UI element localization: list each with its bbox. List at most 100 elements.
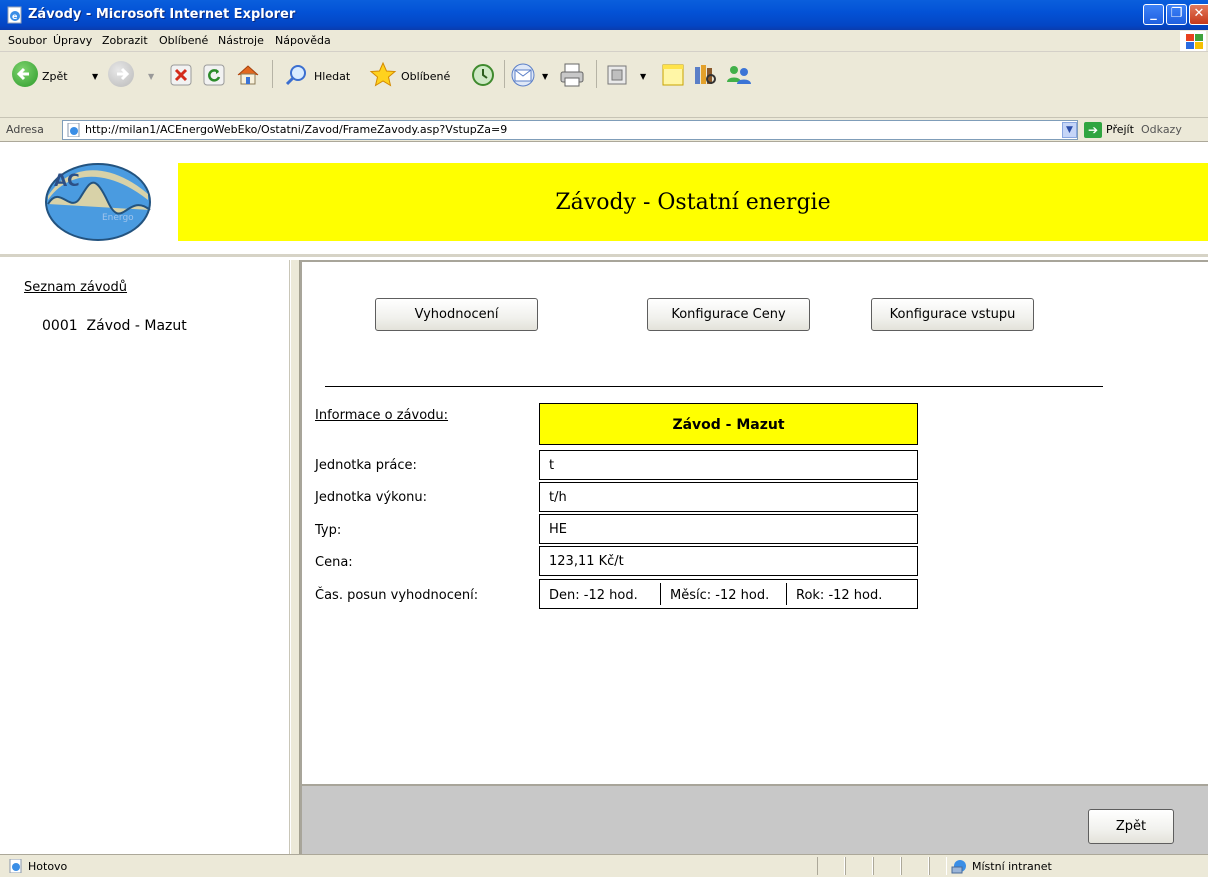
- ac-energo-logo: AC Energo: [45, 163, 151, 241]
- search-button[interactable]: Hledat: [280, 56, 358, 92]
- chevron-down-icon[interactable]: ▼: [148, 72, 154, 81]
- shift-month: Měsíc: -12 hod.: [660, 583, 786, 605]
- discuss-button[interactable]: [660, 56, 688, 92]
- back-button[interactable]: Zpět ▼: [8, 56, 98, 92]
- back-page-button[interactable]: Zpět: [1088, 809, 1174, 844]
- svg-text:e: e: [12, 12, 18, 21]
- konfigurace-ceny-button[interactable]: Konfigurace Ceny: [647, 298, 810, 331]
- menu-nastroje[interactable]: Nástroje: [218, 34, 264, 47]
- unit-power-label: Jednotka výkonu:: [315, 490, 428, 505]
- stop-button[interactable]: [168, 56, 196, 92]
- unit-power-value: t/h: [539, 482, 918, 512]
- minimize-button[interactable]: _: [1143, 4, 1164, 25]
- mail-icon: [511, 63, 535, 87]
- maximize-button[interactable]: ❐: [1166, 4, 1187, 25]
- forward-arrow-icon: [108, 61, 134, 87]
- address-input[interactable]: http://milan1/ACEnergoWebEko/Ostatni/Zav…: [62, 120, 1078, 140]
- page-content: AC Energo Závody - Ostatní energie Sezna…: [0, 142, 1208, 854]
- ie-page-icon: [67, 123, 80, 137]
- time-shift-box: Den: -12 hod. Měsíc: -12 hod. Rok: -12 h…: [539, 579, 918, 609]
- ie-page-icon: [9, 859, 22, 873]
- toolbar-separator: [504, 60, 505, 88]
- menu-upravy[interactable]: Úpravy: [53, 34, 92, 47]
- printer-icon: [560, 63, 584, 87]
- menu-zobrazit[interactable]: Zobrazit: [102, 34, 148, 47]
- shift-day: Den: -12 hod.: [549, 588, 638, 603]
- status-cell: [817, 857, 845, 875]
- time-shift-label: Čas. posun vyhodnocení:: [315, 588, 479, 603]
- sidebar-item-zavod-mazut[interactable]: 0001 Závod - Mazut: [42, 318, 187, 334]
- go-arrow-icon: ➔: [1084, 122, 1102, 138]
- toolbar: Zpět ▼ ▼ Hledat Oblíbené ▼ ▼: [0, 52, 1208, 118]
- note-icon: [662, 64, 684, 86]
- header-frame: AC Energo Závody - Ostatní energie: [0, 142, 1208, 257]
- history-icon: [472, 64, 494, 86]
- status-cell: [901, 857, 929, 875]
- type-label: Typ:: [315, 523, 342, 538]
- windows-flag-icon: [1180, 31, 1206, 51]
- messenger-button[interactable]: [724, 56, 758, 92]
- main-frame: Vyhodnocení Konfigurace Ceny Konfigurace…: [300, 260, 1208, 784]
- type-value: HE: [539, 514, 918, 544]
- page-title: Závody - Ostatní energie: [555, 189, 831, 215]
- price-value: 123,11 Kč/t: [539, 546, 918, 576]
- status-cell: [845, 857, 873, 875]
- toolbar-separator: [596, 60, 597, 88]
- menu-bar: Soubor Úpravy Zobrazit Oblíbené Nástroje…: [0, 30, 1208, 52]
- unit-work-label: Jednotka práce:: [315, 458, 417, 473]
- search-label: Hledat: [314, 70, 351, 83]
- info-section-label: Informace o závodu:: [315, 408, 449, 423]
- edit-button[interactable]: ▼: [604, 56, 654, 92]
- edit-page-icon: [607, 65, 627, 85]
- favorites-button[interactable]: Oblíbené: [367, 56, 459, 92]
- shift-year: Rok: -12 hod.: [786, 583, 882, 605]
- research-button[interactable]: [692, 56, 720, 92]
- price-label: Cena:: [315, 555, 353, 570]
- menu-soubor[interactable]: Soubor: [8, 34, 47, 47]
- security-zone-text: Místní intranet: [972, 860, 1052, 873]
- footer-bar: Zpět: [300, 784, 1208, 854]
- address-label: Adresa: [6, 123, 44, 136]
- window-title: Závody - Microsoft Internet Explorer: [28, 7, 296, 22]
- chevron-down-icon[interactable]: ▼: [542, 72, 548, 81]
- forward-button[interactable]: ▼: [104, 56, 154, 92]
- page-title-banner: Závody - Ostatní energie: [178, 163, 1208, 241]
- books-icon: [695, 65, 716, 84]
- sidebar: Seznam závodů 0001 Závod - Mazut: [0, 260, 290, 854]
- divider: [325, 386, 1103, 387]
- refresh-button[interactable]: [201, 56, 229, 92]
- favorites-label: Oblíbené: [401, 70, 451, 83]
- address-bar: Adresa http://milan1/ACEnergoWebEko/Osta…: [0, 118, 1208, 142]
- menu-oblibene[interactable]: Oblíbené: [159, 34, 208, 47]
- frame-splitter[interactable]: [290, 260, 300, 854]
- address-dropdown-chevron-icon[interactable]: ▼: [1062, 122, 1077, 138]
- chevron-down-icon[interactable]: ▼: [92, 72, 98, 81]
- address-url: http://milan1/ACEnergoWebEko/Ostatni/Zav…: [85, 123, 508, 136]
- history-button[interactable]: [470, 56, 500, 92]
- status-cell: [929, 857, 947, 875]
- mail-button[interactable]: ▼: [510, 56, 556, 92]
- menu-napoveda[interactable]: Nápověda: [275, 34, 331, 47]
- back-arrow-icon: [12, 61, 38, 87]
- vyhodnoceni-button[interactable]: Vyhodnocení: [375, 298, 538, 331]
- search-icon: [285, 65, 306, 86]
- logo-text: AC: [54, 171, 80, 191]
- stop-icon: [170, 64, 192, 86]
- refresh-icon: [203, 64, 225, 86]
- close-button[interactable]: ✕: [1189, 4, 1208, 25]
- intranet-zone-icon: [951, 860, 966, 874]
- messenger-icon: [727, 66, 751, 84]
- star-icon: [369, 61, 397, 87]
- chevron-down-icon[interactable]: ▼: [640, 72, 646, 81]
- back-label: Zpět: [42, 70, 68, 83]
- window-titlebar: e Závody - Microsoft Internet Explorer _…: [0, 0, 1208, 30]
- status-bar: Hotovo Místní intranet: [0, 854, 1208, 877]
- sidebar-title: Seznam závodů: [24, 280, 128, 295]
- print-button[interactable]: [558, 56, 588, 92]
- konfigurace-vstupu-button[interactable]: Konfigurace vstupu: [871, 298, 1034, 331]
- ie-page-icon: e: [7, 6, 22, 24]
- links-button[interactable]: Odkazy: [1141, 123, 1182, 136]
- status-text: Hotovo: [28, 860, 68, 873]
- home-button[interactable]: [233, 56, 265, 92]
- unit-work-value: t: [539, 450, 918, 480]
